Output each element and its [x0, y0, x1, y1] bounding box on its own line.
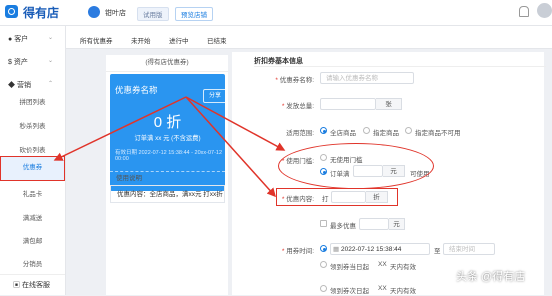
arrow-to-sidebar — [53, 96, 187, 161]
arrow-to-threshold — [185, 96, 286, 151]
arrow-to-content — [185, 96, 277, 198]
watermark: 头条 @得有店 — [456, 271, 526, 283]
annotation-arrows — [53, 96, 286, 198]
